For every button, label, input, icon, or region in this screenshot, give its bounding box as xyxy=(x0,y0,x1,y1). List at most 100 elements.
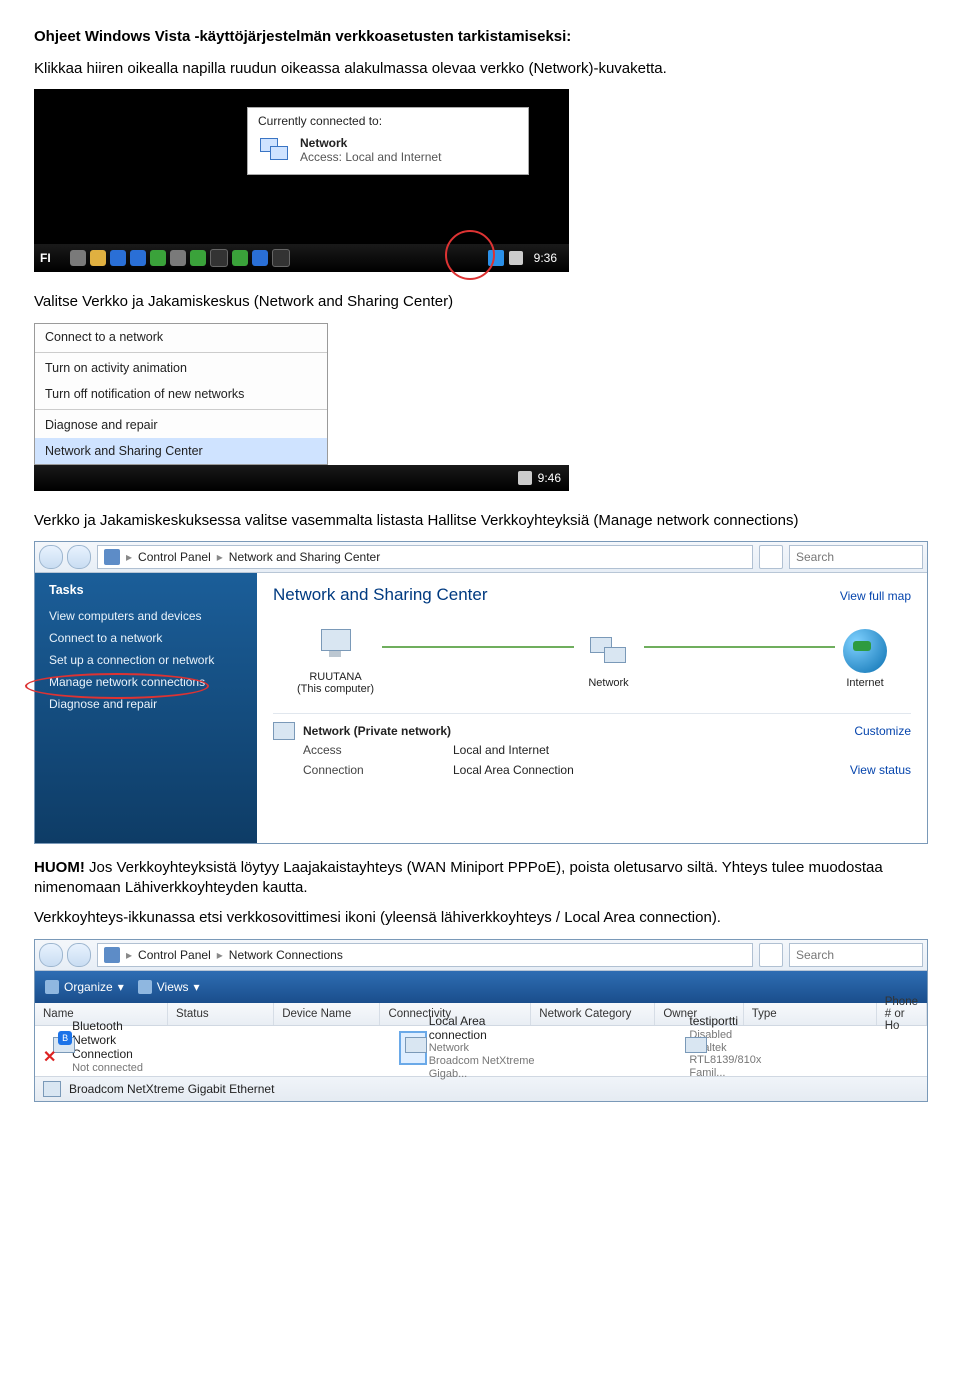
back-button[interactable] xyxy=(39,943,63,967)
page-heading: Ohjeet Windows Vista -käyttöjärjestelmän… xyxy=(34,28,926,45)
map-node-this-computer: RUUTANA (This computer) xyxy=(297,623,374,695)
screenshot-tray-popup: Currently connected to: Network Access: … xyxy=(34,89,569,272)
tasks-sidebar: Tasks View computers and devices Connect… xyxy=(35,573,257,843)
menu-separator xyxy=(35,352,327,353)
control-panel-icon xyxy=(104,947,120,963)
tray-icon[interactable] xyxy=(90,250,106,266)
refresh-button[interactable] xyxy=(759,545,783,569)
tray-icon[interactable] xyxy=(70,250,86,266)
conn-device: Broadcom NetXtreme Gigab... xyxy=(429,1055,539,1080)
paragraph-1: Klikkaa hiiren oikealla napilla ruudun o… xyxy=(34,59,926,79)
map-node-internet: Internet xyxy=(843,629,887,689)
taskbar-clock: 9:36 xyxy=(534,251,557,265)
chevron-down-icon: ▾ xyxy=(194,980,200,994)
volume-icon[interactable] xyxy=(518,471,532,485)
chevron-right-icon: ▸ xyxy=(126,550,132,564)
menu-diagnose-repair[interactable]: Diagnose and repair xyxy=(35,412,327,438)
sidebar-item-setup-connection[interactable]: Set up a connection or network xyxy=(49,649,257,671)
volume-icon[interactable] xyxy=(509,251,523,265)
kv-value-connection: Local Area Connection xyxy=(453,763,574,777)
forward-button[interactable] xyxy=(67,545,91,569)
address-bar: ▸ Control Panel ▸ Network Connections Se… xyxy=(35,940,927,971)
disabled-x-icon: ✕ xyxy=(43,1047,56,1067)
address-bar: ▸ Control Panel ▸ Network and Sharing Ce… xyxy=(35,542,927,573)
col-status[interactable]: Status xyxy=(168,1003,274,1025)
taskbar: FI 9:36 xyxy=(34,244,569,272)
organize-button[interactable]: Organize ▾ xyxy=(45,980,124,994)
col-phone[interactable]: Phone # or Ho xyxy=(877,1003,927,1025)
refresh-button[interactable] xyxy=(759,943,783,967)
conn-status: Not connected xyxy=(72,1062,169,1075)
adapter-icon xyxy=(43,1081,61,1097)
menu-connect-network[interactable]: Connect to a network xyxy=(35,324,327,350)
conn-sub: Network xyxy=(429,1042,539,1055)
menu-activity-animation[interactable]: Turn on activity animation xyxy=(35,355,327,381)
views-button[interactable]: Views ▾ xyxy=(138,980,200,994)
adapter-icon: ✕ B xyxy=(49,1033,68,1063)
col-category[interactable]: Network Category xyxy=(531,1003,655,1025)
sidebar-item-view-devices[interactable]: View computers and devices xyxy=(49,605,257,627)
forward-button[interactable] xyxy=(67,943,91,967)
search-input[interactable]: Search xyxy=(789,943,923,967)
map-node-network: Network xyxy=(582,629,636,689)
customize-link[interactable]: Customize xyxy=(854,724,911,738)
tray-icon[interactable] xyxy=(272,249,290,267)
breadcrumb[interactable]: ▸ Control Panel ▸ Network Connections xyxy=(97,943,753,967)
tray-icon[interactable] xyxy=(110,250,126,266)
back-button[interactable] xyxy=(39,545,63,569)
bluetooth-badge-icon: B xyxy=(58,1031,72,1045)
view-status-link[interactable]: View status xyxy=(850,763,911,777)
search-input[interactable]: Search xyxy=(789,545,923,569)
screenshot-network-connections: ▸ Control Panel ▸ Network Connections Se… xyxy=(34,939,928,1102)
connections-list: ✕ B Bluetooth Network Connection Not con… xyxy=(35,1026,927,1076)
computer-icon xyxy=(309,623,363,667)
view-full-map-link[interactable]: View full map xyxy=(840,589,911,603)
menu-network-sharing-center[interactable]: Network and Sharing Center xyxy=(35,438,327,464)
status-bar-text: Broadcom NetXtreme Gigabit Ethernet xyxy=(69,1082,274,1096)
sidebar-item-connect-network[interactable]: Connect to a network xyxy=(49,627,257,649)
connected-to-label: Currently connected to: xyxy=(258,114,518,128)
network-icon xyxy=(582,629,636,673)
breadcrumb-item[interactable]: Network and Sharing Center xyxy=(229,550,380,564)
network-name: Network xyxy=(300,136,441,150)
network-icon xyxy=(258,136,292,164)
tray-icon[interactable] xyxy=(232,250,248,266)
breadcrumb-item[interactable]: Control Panel xyxy=(138,550,211,564)
paragraph-huom: HUOM! Jos Verkkoyhteyksistä löytyy Laaja… xyxy=(34,858,926,899)
tray-icon[interactable] xyxy=(252,250,268,266)
col-device[interactable]: Device Name xyxy=(274,1003,380,1025)
node-label: Internet xyxy=(843,677,887,689)
map-connector-icon xyxy=(382,646,573,648)
language-indicator[interactable]: FI xyxy=(40,251,51,265)
kv-key-connection: Connection xyxy=(303,763,453,777)
tray-icon[interactable] xyxy=(210,249,228,267)
table-row[interactable]: ✕ B Bluetooth Network Connection Not con… xyxy=(41,1030,921,1066)
toolbar: Organize ▾ Views ▾ xyxy=(35,971,927,1003)
menu-separator xyxy=(35,409,327,410)
breadcrumb-item[interactable]: Network Connections xyxy=(229,948,343,962)
paragraph-3: Verkko ja Jakamiskeskuksessa valitse vas… xyxy=(34,511,926,531)
huom-label: HUOM! xyxy=(34,859,85,876)
paragraph-2: Valitse Verkko ja Jakamiskeskus (Network… xyxy=(34,292,926,312)
tasks-heading: Tasks xyxy=(49,583,257,597)
adapter-icon xyxy=(401,1033,425,1063)
breadcrumb-item[interactable]: Control Panel xyxy=(138,948,211,962)
tray-icon[interactable] xyxy=(190,250,206,266)
tray-icon[interactable] xyxy=(150,250,166,266)
highlight-circle-icon xyxy=(445,230,495,280)
adapter-icon xyxy=(681,1033,685,1063)
views-icon xyxy=(138,980,152,994)
menu-turn-off-notification[interactable]: Turn off notification of new networks xyxy=(35,381,327,407)
network-context-menu: Connect to a network Turn on activity an… xyxy=(34,323,328,465)
huom-text: Jos Verkkoyhteyksistä löytyy Laajakaista… xyxy=(34,859,883,896)
conn-name: Local Area connection xyxy=(429,1015,539,1043)
organize-icon xyxy=(45,980,59,994)
conn-name: testiportti xyxy=(689,1015,761,1029)
breadcrumb[interactable]: ▸ Control Panel ▸ Network and Sharing Ce… xyxy=(97,545,753,569)
nav-buttons xyxy=(39,545,91,569)
network-map: RUUTANA (This computer) Network Internet xyxy=(273,615,911,713)
tray-icon[interactable] xyxy=(170,250,186,266)
tray-icon[interactable] xyxy=(130,250,146,266)
network-access: Access: Local and Internet xyxy=(300,150,441,164)
panel-title: Network and Sharing Center xyxy=(273,585,911,605)
